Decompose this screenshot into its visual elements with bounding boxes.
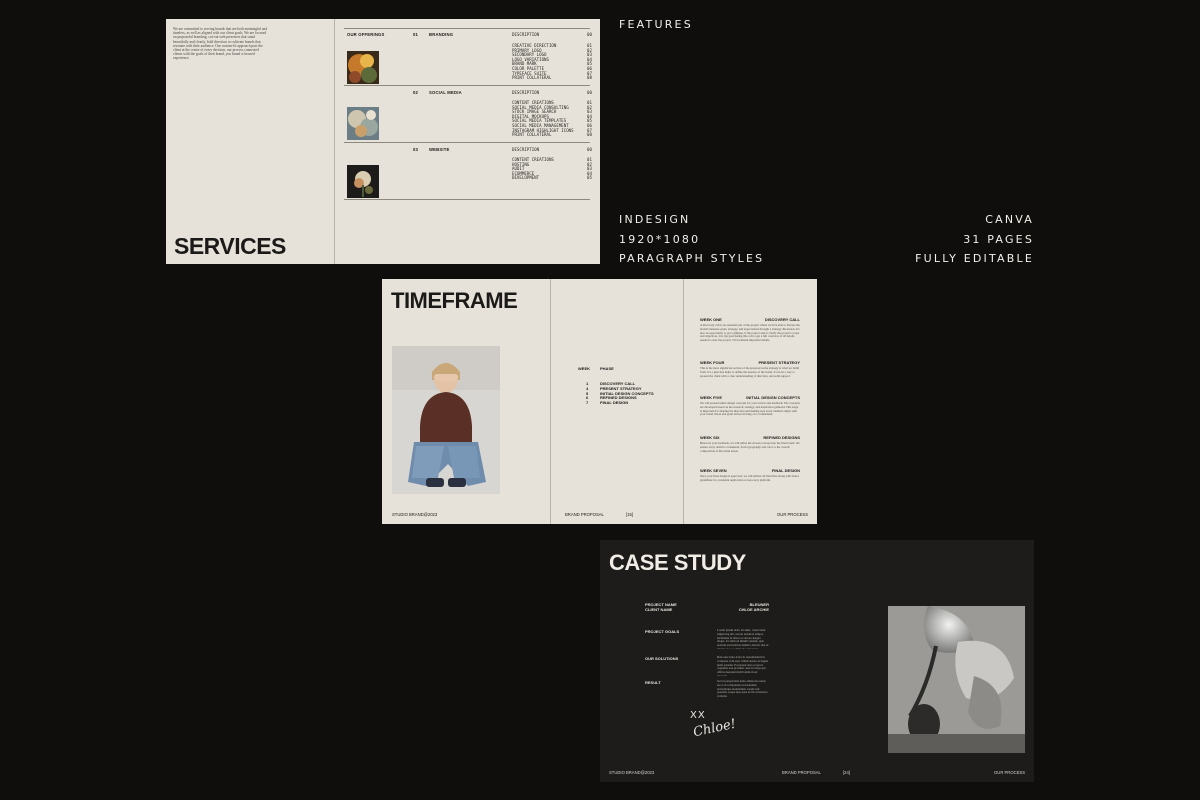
offerings-label: OUR OFFERINGS [347,32,385,37]
feature-resolution: 1920*1080 [619,233,701,246]
page-divider [683,279,684,524]
service-item: PRINT COLLATERAL [512,132,552,138]
client-name-value: CHLOE ARCHIE [738,607,769,612]
service-item-num: 05 [587,175,592,181]
week-description: Once your final design is approved, we w… [700,475,799,482]
service-item-num: 08 [587,75,592,81]
spread-spine [334,19,335,264]
website-thumbnail [347,165,379,198]
week-phase: INITIAL DESIGN CONCEPTS [746,395,800,400]
section-name: SOCIAL MEDIA [429,90,462,95]
feature-paragraph-styles: PARAGRAPH STYLES [619,252,765,265]
week-title: WEEK SIX [700,435,720,440]
case-study-title: CASE STUDY [609,550,746,575]
divider [344,85,590,86]
week-title: WEEK SEVEN [700,468,727,473]
footer-page-number: [15] [626,512,633,517]
footer-proposal: BRAND PROPOSAL [782,770,821,775]
week-phase: REFINED DESIGNS [763,435,800,440]
section-name: WEBSITE [429,147,450,152]
footer-studio: STUDIO BRAND@2023 [609,770,655,775]
services-intro: We are committed to serving brands that … [173,27,268,61]
phase-week: 7 [586,400,589,406]
signoff-kisses: XX [690,710,706,721]
features-heading: FEATURES [619,18,693,31]
description-label: DESCRIPTION [512,90,540,95]
service-item-num: 08 [587,132,592,138]
footer-section: OUR PROCESS [994,770,1025,775]
client-name-label: CLIENT NAME [645,607,673,612]
spread-spine [550,279,551,524]
footer-studio: STUDIO BRAND@2023 [392,512,438,517]
week-phase: FINAL DESIGN [771,468,800,473]
description-num: 00 [587,90,592,95]
description-label: DESCRIPTION [512,32,540,37]
feature-page-count: 31 PAGES [963,233,1034,246]
week-title: WEEK ONE [700,317,722,322]
flower-photo [888,606,1025,753]
case-section-label: RESULT [645,680,661,685]
footer-section: OUR PROCESS [777,512,808,517]
divider [344,199,590,200]
week-phase: PRESENT STRATEGY [758,360,801,365]
case-section-label: OUR SOLUTIONS [645,656,679,661]
footer-page-number: [24] [843,770,850,775]
case-section-label: PROJECT GOALS [645,629,680,634]
week-description: We will present initial design concepts … [700,402,800,417]
timeframe-spread: TIMEFRAME WEEK PHASE 1 DISCOVERY CALL 4 PRE… [382,279,817,524]
social-media-thumbnail [347,107,379,140]
description-label: DESCRIPTION [512,147,540,152]
section-num: 01 [413,32,419,37]
timeframe-title: TIMEFRAME [391,288,518,313]
model-photo [392,346,500,494]
description-num: 00 [587,32,592,37]
section-num: 02 [413,90,419,95]
feature-fully-editable: FULLY EDITABLE [915,252,1034,265]
description-num: 00 [587,147,592,152]
week-col-label: WEEK [578,366,590,371]
services-title: SERVICES [174,233,286,259]
phase-col-label: PHASE [600,366,614,371]
divider [344,28,590,29]
section-name: BRANDING [429,32,454,37]
week-title: WEEK FIVE [700,395,723,400]
case-section-body: Duis aute irure dolor in reprehenderit i… [717,656,769,676]
week-title: WEEK FOUR [700,360,725,365]
footer-proposal: BRAND PROPOSAL [565,512,604,517]
branding-thumbnail [347,51,379,84]
case-section-body: Lorem ipsum dolor sit amet, consectetur … [717,629,769,649]
week-description: This is the most significant section of … [700,367,799,378]
week-description: Based on your feedback, we will refine t… [700,442,800,453]
feature-indesign: INDESIGN [619,213,691,226]
week-description: A discovery call is an essential part of… [700,324,800,343]
section-num: 03 [413,147,419,152]
case-study-page: CASE STUDY PROJECT NAME CLIENT NAME BLEU… [600,540,1034,782]
divider [344,142,590,143]
service-item: DEVELOPMENT [512,175,540,181]
service-item: PRINT COLLATERAL [512,75,552,81]
services-spread: We are committed to serving brands that … [166,19,600,264]
case-section-body: Sed ut perspiciatis unde omnis iste natu… [717,680,768,699]
phase-name: FINAL DESIGN [600,400,629,406]
feature-canva: CANVA [985,213,1034,226]
week-phase: DISCOVERY CALL [764,317,800,322]
